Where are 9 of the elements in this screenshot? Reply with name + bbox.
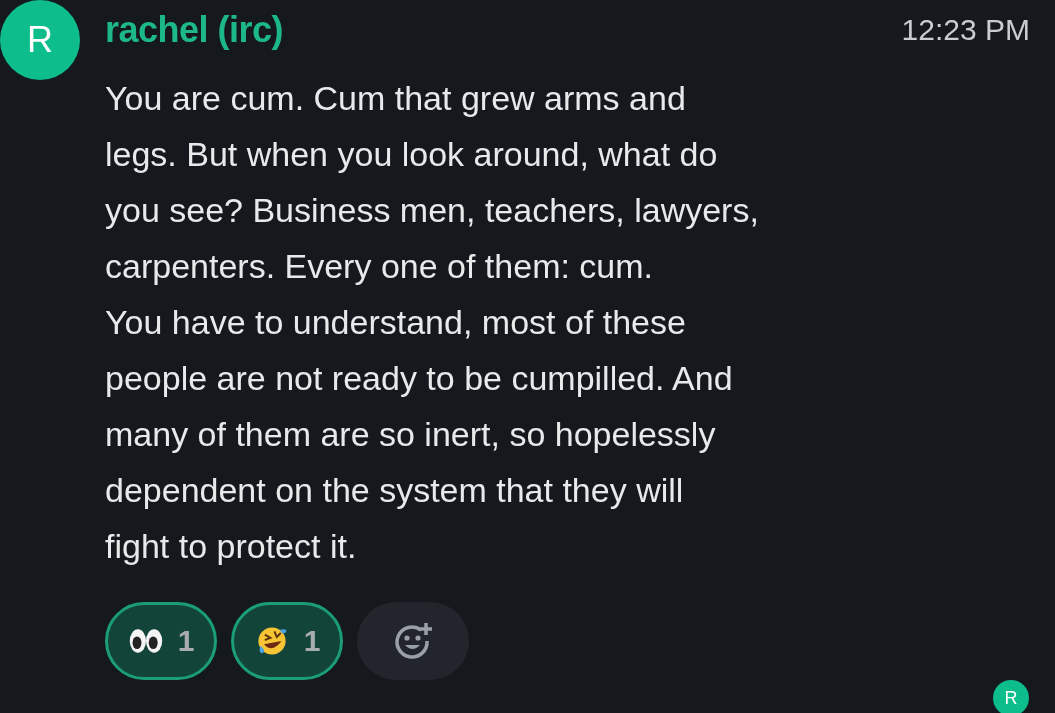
sender-name[interactable]: rachel (irc) [105, 9, 284, 51]
message-time: 12:23 PM [901, 13, 1030, 47]
user-avatar[interactable]: R [0, 0, 80, 80]
add-emoji-icon [393, 621, 433, 661]
reaction-button[interactable]: 1 [231, 602, 343, 680]
message-text: You have to understand, most of these people are not ready to be cumpilled. And many of them are so inert, so hopelessly dependent on the system that they will fight to protect it. [105, 302, 734, 567]
reaction-button[interactable]: 1 [105, 602, 217, 680]
message-text: You are cum. Cum that grew arms and legs. But when you look around, what do you see? Business men, teachers, lawyers, carpenters. Every one of them: cum. [105, 78, 760, 287]
read-receipt-avatar: R [993, 680, 1029, 713]
